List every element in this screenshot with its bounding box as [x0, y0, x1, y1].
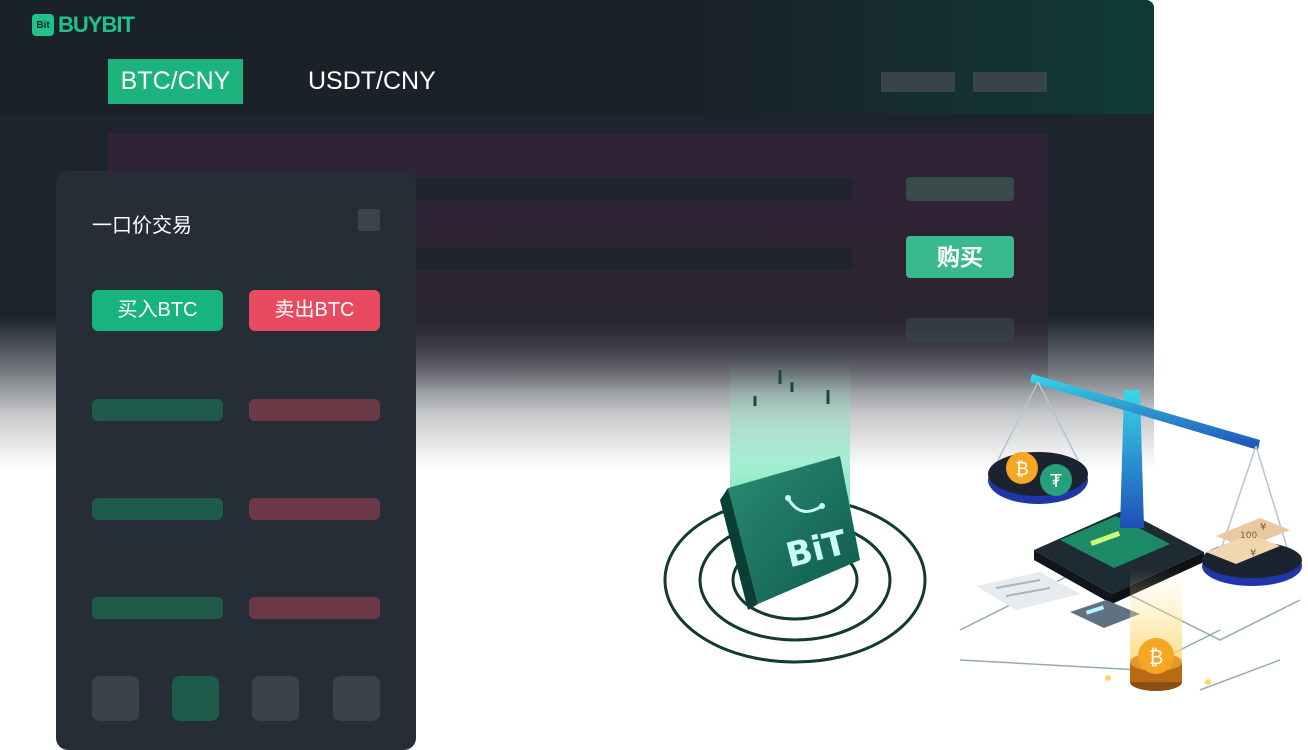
- bag-logo-icon: Bit: [32, 14, 54, 36]
- nav-square-1[interactable]: [92, 676, 139, 721]
- sell-option-placeholder[interactable]: [249, 498, 380, 520]
- top-placeholder-2[interactable]: [973, 72, 1047, 92]
- sell-option-placeholder[interactable]: [249, 597, 380, 619]
- fixed-price-trade-card: 一口价交易 买入BTC 卖出BTC: [56, 171, 416, 750]
- top-bar: Bit BUYBIT BTC/CNY USDT/CNY: [0, 0, 1154, 114]
- buy-option-placeholder[interactable]: [92, 597, 223, 619]
- card-title: 一口价交易: [92, 215, 192, 237]
- order-row-placeholder: [380, 178, 852, 200]
- brand-logo[interactable]: Bit BUYBIT: [32, 12, 135, 38]
- side-placeholder: [906, 318, 1014, 342]
- svg-text:₿: ₿: [1149, 645, 1164, 669]
- side-placeholder: [906, 177, 1014, 201]
- calculator-icon: [1070, 600, 1140, 628]
- purchase-button[interactable]: 购买: [906, 236, 1014, 278]
- svg-text:₮: ₮: [1050, 471, 1062, 492]
- tab-usdt-cny[interactable]: USDT/CNY: [308, 59, 436, 104]
- buy-option-placeholder[interactable]: [92, 498, 223, 520]
- option-checkbox[interactable]: [358, 209, 380, 231]
- trading-illustration: BiT ₿ ₮ 100 ¥ ¥ ₿: [663, 360, 1302, 691]
- logo-text: BUYBIT: [58, 12, 135, 37]
- nav-square-3[interactable]: [252, 676, 299, 721]
- sell-option-placeholder[interactable]: [249, 399, 380, 421]
- top-placeholder-1[interactable]: [881, 72, 955, 92]
- svg-text:₿: ₿: [1015, 459, 1028, 480]
- nav-square-4[interactable]: [333, 676, 380, 721]
- buy-option-placeholder[interactable]: [92, 399, 223, 421]
- buy-btc-button[interactable]: 买入BTC: [92, 290, 223, 331]
- svg-text:¥: ¥: [1250, 548, 1256, 559]
- svg-text:¥: ¥: [1260, 522, 1266, 533]
- sell-btc-button[interactable]: 卖出BTC: [249, 290, 380, 331]
- tab-btc-cny[interactable]: BTC/CNY: [108, 59, 243, 104]
- svg-text:100: 100: [1240, 531, 1257, 541]
- nav-square-2-active[interactable]: [172, 676, 219, 721]
- order-row-placeholder: [380, 248, 852, 270]
